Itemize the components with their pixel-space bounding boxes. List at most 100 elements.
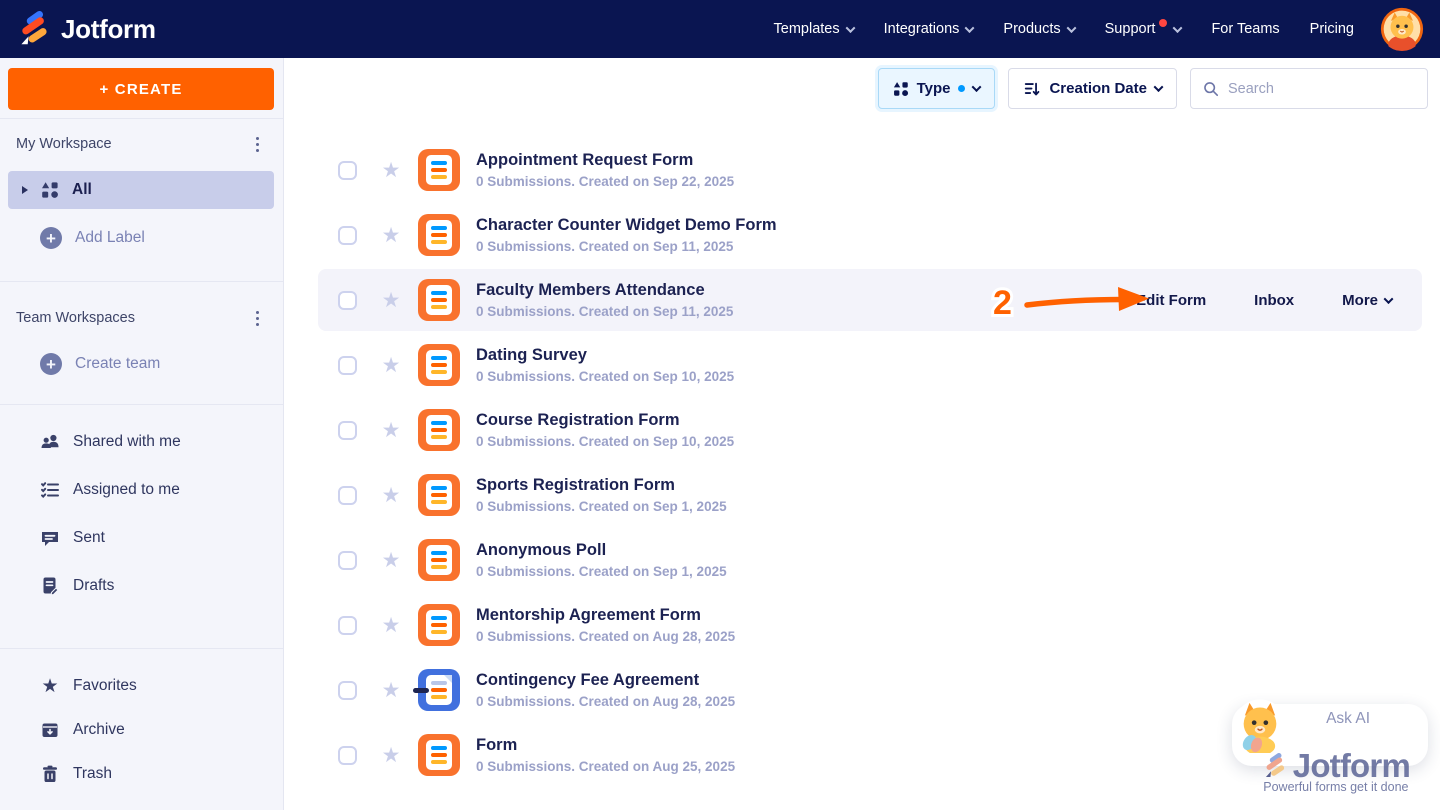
create-team-button[interactable]: + Create team [40, 352, 160, 376]
form-row[interactable]: ★ Character Counter Widget Demo Form 0 S… [318, 204, 1422, 266]
sidebar-item-drafts[interactable]: Drafts [40, 574, 114, 598]
list-toolbar: Type Creation Date [878, 68, 1428, 109]
form-icon [418, 474, 460, 516]
search-box[interactable] [1190, 68, 1428, 109]
expand-caret-icon[interactable] [22, 186, 28, 194]
favorite-star-icon[interactable]: ★ [380, 745, 402, 766]
form-title[interactable]: Appointment Request Form [476, 151, 734, 170]
plus-icon: + [40, 227, 62, 249]
favorite-star-icon[interactable]: ★ [380, 225, 402, 246]
form-row[interactable]: ★ Faculty Members Attendance 0 Submissio… [318, 269, 1422, 331]
edit-form-button[interactable]: Edit Form [1136, 292, 1206, 309]
create-button[interactable]: + CREATE [8, 68, 274, 110]
favorite-star-icon[interactable]: ★ [380, 680, 402, 701]
row-checkbox[interactable] [338, 616, 357, 635]
my-workspace-menu-icon[interactable] [245, 132, 269, 156]
sort-button[interactable]: Creation Date [1008, 68, 1177, 109]
favorite-star-icon[interactable]: ★ [380, 615, 402, 636]
form-text: Course Registration Form 0 Submissions. … [476, 411, 734, 449]
grid-shapes-icon [893, 81, 909, 97]
form-text: Mentorship Agreement Form 0 Submissions.… [476, 606, 735, 644]
sidebar-item-sent[interactable]: Sent [40, 526, 105, 550]
chevron-down-icon [845, 23, 855, 33]
step-number: 2 [993, 284, 1012, 322]
draft-icon [40, 576, 60, 596]
favorite-star-icon[interactable]: ★ [380, 420, 402, 441]
search-input[interactable] [1228, 81, 1415, 97]
form-icon [418, 604, 460, 646]
ask-ai-label[interactable]: Ask AI [1326, 710, 1370, 728]
form-icon [418, 279, 460, 321]
sidebar-item-assigned-to-me[interactable]: Assigned to me [40, 478, 180, 502]
sidebar-item-shared-with-me[interactable]: Shared with me [40, 430, 181, 454]
sidebar-item-all[interactable]: All [8, 171, 274, 209]
nav-pricing[interactable]: Pricing [1310, 21, 1354, 37]
form-row[interactable]: ★ Mentorship Agreement Form 0 Submission… [318, 594, 1422, 656]
favorite-star-icon[interactable]: ★ [380, 290, 402, 311]
favorite-star-icon[interactable]: ★ [380, 550, 402, 571]
row-checkbox[interactable] [338, 681, 357, 700]
form-title[interactable]: Anonymous Poll [476, 541, 727, 560]
ask-ai-cat-icon[interactable] [1232, 697, 1288, 758]
form-row[interactable]: ★ Appointment Request Form 0 Submissions… [318, 139, 1422, 201]
jotform-logo[interactable]: Jotform [16, 11, 156, 47]
form-title[interactable]: Course Registration Form [476, 411, 734, 430]
sidebar-item-favorites[interactable]: ★ Favorites [40, 674, 137, 698]
favorite-star-icon[interactable]: ★ [380, 355, 402, 376]
form-title[interactable]: Dating Survey [476, 346, 734, 365]
star-icon: ★ [40, 676, 60, 696]
form-title[interactable]: Mentorship Agreement Form [476, 606, 735, 625]
row-checkbox[interactable] [338, 746, 357, 765]
form-meta: 0 Submissions. Created on Sep 22, 2025 [476, 174, 734, 189]
form-row[interactable]: ★ Sports Registration Form 0 Submissions… [318, 464, 1422, 526]
form-text: Anonymous Poll 0 Submissions. Created on… [476, 541, 727, 579]
type-filter-button[interactable]: Type [878, 68, 996, 109]
inbox-button[interactable]: Inbox [1254, 292, 1294, 309]
sidebar-item-trash[interactable]: Trash [40, 762, 112, 786]
chevron-down-icon [1066, 23, 1076, 33]
team-workspaces-title: Team Workspaces [16, 306, 135, 330]
form-row[interactable]: ★ Anonymous Poll 0 Submissions. Created … [318, 529, 1422, 591]
form-row[interactable]: ★ Dating Survey 0 Submissions. Created o… [318, 334, 1422, 396]
row-checkbox[interactable] [338, 486, 357, 505]
nav-for-teams[interactable]: For Teams [1211, 21, 1279, 37]
row-checkbox[interactable] [338, 356, 357, 375]
form-title[interactable]: Faculty Members Attendance [476, 281, 733, 300]
divider [0, 404, 283, 405]
sidebar: + CREATE My Workspace All + Add Label Te… [0, 58, 284, 810]
row-checkbox[interactable] [338, 551, 357, 570]
team-workspaces-menu-icon[interactable] [245, 306, 269, 330]
grid-shapes-icon [40, 180, 60, 200]
favorite-star-icon[interactable]: ★ [380, 160, 402, 181]
favorite-star-icon[interactable]: ★ [380, 485, 402, 506]
form-icon [418, 734, 460, 776]
form-title[interactable]: Sports Registration Form [476, 476, 727, 495]
divider [0, 118, 283, 119]
nav-templates[interactable]: Templates [774, 21, 854, 37]
form-meta: 0 Submissions. Created on Sep 10, 2025 [476, 369, 734, 384]
form-title[interactable]: Character Counter Widget Demo Form [476, 216, 777, 235]
form-row[interactable]: ★ Course Registration Form 0 Submissions… [318, 399, 1422, 461]
sidebar-item-archive[interactable]: Archive [40, 718, 125, 742]
form-icon [418, 344, 460, 386]
top-bar: Jotform Templates Integrations Products … [0, 0, 1440, 58]
more-button[interactable]: More [1342, 292, 1392, 309]
form-title[interactable]: Form [476, 736, 735, 755]
row-checkbox[interactable] [338, 291, 357, 310]
form-text: Faculty Members Attendance 0 Submissions… [476, 281, 733, 319]
add-label-button[interactable]: + Add Label [40, 226, 145, 250]
nav-support[interactable]: Support [1105, 21, 1182, 37]
nav-integrations[interactable]: Integrations [884, 21, 974, 37]
form-list: ★ Appointment Request Form 0 Submissions… [318, 136, 1422, 789]
form-meta: 0 Submissions. Created on Sep 10, 2025 [476, 434, 734, 449]
nav-products[interactable]: Products [1003, 21, 1074, 37]
chevron-down-icon [965, 23, 975, 33]
avatar[interactable] [1380, 7, 1424, 51]
form-title[interactable]: Contingency Fee Agreement [476, 671, 735, 690]
divider [0, 281, 283, 282]
row-checkbox[interactable] [338, 226, 357, 245]
chevron-down-icon [1173, 23, 1183, 33]
form-meta: 0 Submissions. Created on Sep 11, 2025 [476, 239, 777, 254]
row-checkbox[interactable] [338, 421, 357, 440]
row-checkbox[interactable] [338, 161, 357, 180]
